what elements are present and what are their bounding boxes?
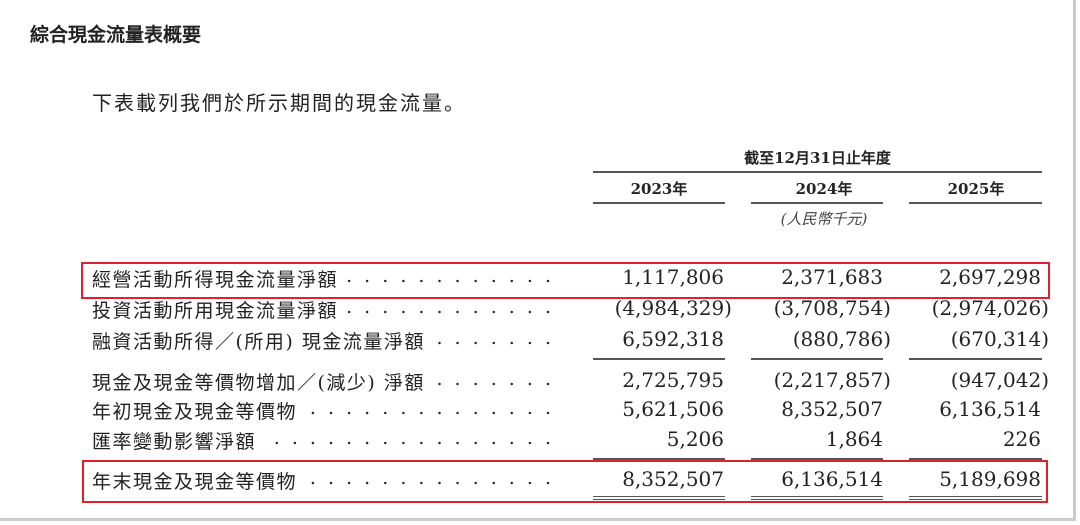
year-2024: 2024年 bbox=[795, 180, 853, 198]
row-value: (947,042) bbox=[950, 368, 1049, 392]
row-value: 226 bbox=[1002, 427, 1041, 451]
row-label: 匯率變動影響淨額 bbox=[92, 431, 257, 453]
row-value: 1,864 bbox=[825, 427, 883, 451]
row-value: 2,725,795 bbox=[622, 368, 724, 392]
row-label: 現金及現金等價物增加／(減少) 淨額 bbox=[92, 372, 425, 394]
row-value: 5,621,506 bbox=[622, 397, 724, 421]
table-row: 現金及現金等價物增加／(減少) 淨額. . . . . . . . . . . … bbox=[92, 368, 1052, 398]
leader-dots: . . . . . . . . . . . . . . . . bbox=[342, 296, 554, 318]
table-row: 融資活動所得／(所用) 現金流量淨額. . . . . . . . . . . … bbox=[92, 327, 1052, 357]
row-value: 6,136,514 bbox=[939, 397, 1041, 421]
row-value: (670,314) bbox=[950, 327, 1049, 351]
highlight-box-year-end bbox=[82, 460, 1048, 503]
row-value: 6,592,318 bbox=[622, 327, 724, 351]
row-label: 年初現金及現金等價物 bbox=[92, 401, 298, 423]
year-rule bbox=[909, 202, 1042, 204]
row-value: (880,786) bbox=[792, 327, 891, 351]
row-value: 5,206 bbox=[666, 427, 724, 451]
period-header: 截至12月31日止年度 bbox=[744, 149, 891, 167]
year-rule bbox=[751, 202, 883, 204]
row-label: 融資活動所得／(所用) 現金流量淨額 bbox=[92, 331, 425, 353]
header-rule bbox=[593, 171, 1042, 173]
section-title: 綜合現金流量表概要 bbox=[30, 24, 202, 46]
year-2023: 2023年 bbox=[630, 180, 688, 198]
unit-label: (人民幣千元) bbox=[780, 210, 868, 228]
table-row: 匯率變動影響淨額 . . . . . . . . . . . . . . . . 5… bbox=[92, 427, 1052, 457]
leader-dots: . . . . . . . . . . . . . . . . bbox=[429, 327, 554, 349]
leader-dots: . . . . . . . . . . . . . . . . bbox=[301, 397, 554, 419]
subtotal-rule bbox=[751, 358, 883, 360]
subtotal-rule bbox=[909, 358, 1042, 360]
leader-dots: . . . . . . . . . . . . . . . . bbox=[429, 368, 554, 390]
table-row: 投資活動所用現金流量淨額. . . . . . . . . . . . . . … bbox=[92, 296, 1052, 326]
leader-dots: . . . . . . . . . . . . . . . . bbox=[273, 427, 554, 449]
intro-text: 下表載列我們於所示期間的現金流量。 bbox=[92, 91, 466, 115]
year-2025: 2025年 bbox=[947, 180, 1005, 198]
row-value: (2,217,857) bbox=[773, 368, 891, 392]
subtotal-rule bbox=[593, 358, 725, 360]
row-value: (4,984,329) bbox=[614, 296, 732, 320]
table-row: 年初現金及現金等價物. . . . . . . . . . . . . . . … bbox=[92, 397, 1052, 427]
year-rule bbox=[593, 202, 725, 204]
row-value: 8,352,507 bbox=[781, 397, 883, 421]
row-label: 投資活動所用現金流量淨額 bbox=[92, 300, 339, 322]
row-value: (3,708,754) bbox=[773, 296, 891, 320]
row-value: (2,974,026) bbox=[931, 296, 1049, 320]
highlight-box-operating bbox=[81, 262, 1050, 299]
